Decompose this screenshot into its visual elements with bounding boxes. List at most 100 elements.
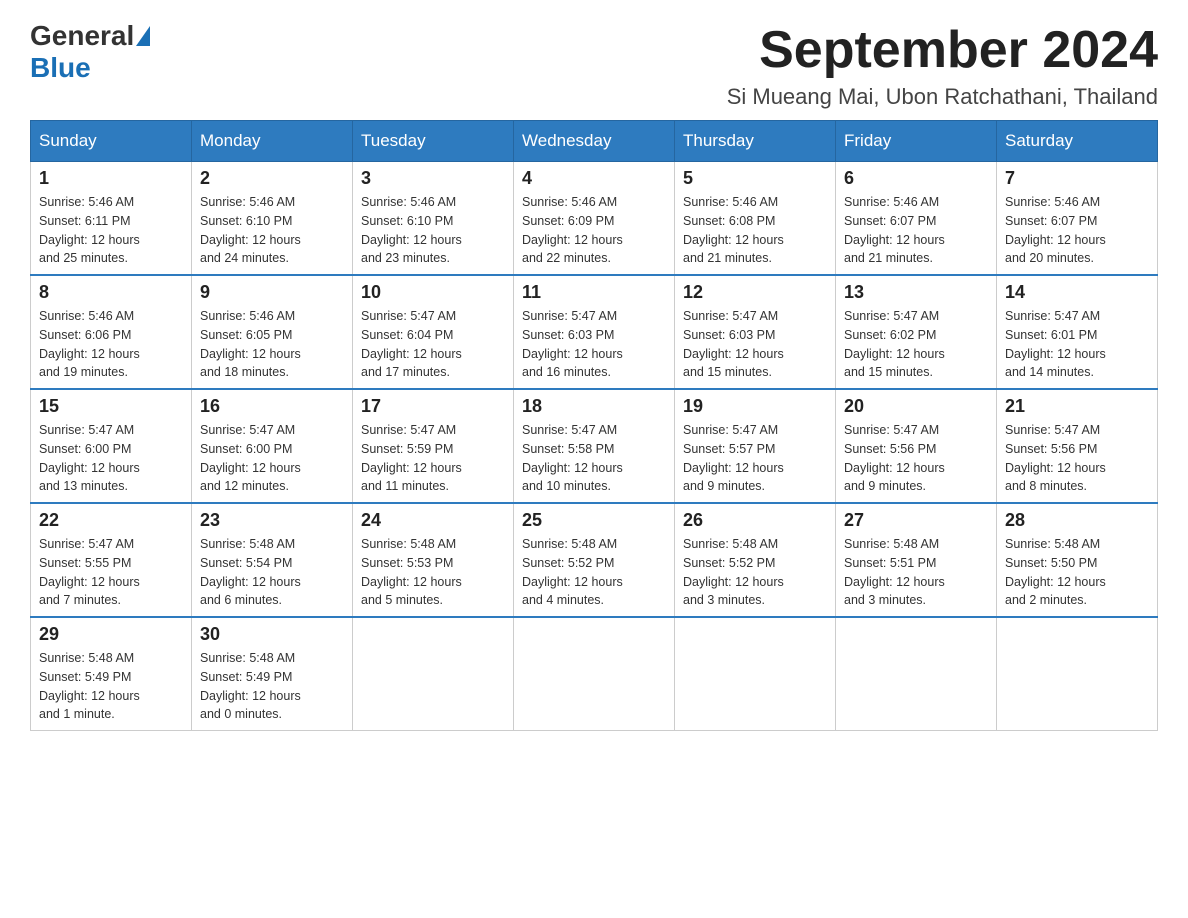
logo: General Blue <box>30 20 150 84</box>
calendar-cell: 25 Sunrise: 5:48 AMSunset: 5:52 PMDayligh… <box>514 503 675 617</box>
day-number: 6 <box>844 168 988 189</box>
day-number: 22 <box>39 510 183 531</box>
calendar-cell: 10 Sunrise: 5:47 AMSunset: 6:04 PMDayligh… <box>353 275 514 389</box>
calendar-cell: 22 Sunrise: 5:47 AMSunset: 5:55 PMDayligh… <box>31 503 192 617</box>
day-number: 9 <box>200 282 344 303</box>
day-info: Sunrise: 5:48 AMSunset: 5:52 PMDaylight:… <box>683 535 827 610</box>
day-info: Sunrise: 5:46 AMSunset: 6:07 PMDaylight:… <box>1005 193 1149 268</box>
day-number: 2 <box>200 168 344 189</box>
title-area: September 2024 Si Mueang Mai, Ubon Ratch… <box>727 20 1158 110</box>
calendar-cell: 17 Sunrise: 5:47 AMSunset: 5:59 PMDayligh… <box>353 389 514 503</box>
day-number: 20 <box>844 396 988 417</box>
day-info: Sunrise: 5:47 AMSunset: 6:04 PMDaylight:… <box>361 307 505 382</box>
week-row-1: 1Sunrise: 5:46 AMSunset: 6:11 PMDaylight… <box>31 162 1158 276</box>
day-info: Sunrise: 5:47 AMSunset: 5:59 PMDaylight:… <box>361 421 505 496</box>
week-row-3: 15 Sunrise: 5:47 AMSunset: 6:00 PMDayligh… <box>31 389 1158 503</box>
day-info: Sunrise: 5:47 AMSunset: 6:01 PMDaylight:… <box>1005 307 1149 382</box>
calendar-cell: 3 Sunrise: 5:46 AMSunset: 6:10 PMDaylight… <box>353 162 514 276</box>
day-info: Sunrise: 5:47 AMSunset: 6:00 PMDaylight:… <box>39 421 183 496</box>
calendar-table: SundayMondayTuesdayWednesdayThursdayFrid… <box>30 120 1158 731</box>
day-info: Sunrise: 5:46 AMSunset: 6:06 PMDaylight:… <box>39 307 183 382</box>
calendar-cell: 2 Sunrise: 5:46 AMSunset: 6:10 PMDaylight… <box>192 162 353 276</box>
day-header-thursday: Thursday <box>675 121 836 162</box>
calendar-cell <box>997 617 1158 731</box>
day-header-saturday: Saturday <box>997 121 1158 162</box>
logo-general-text: General <box>30 20 134 52</box>
week-row-4: 22 Sunrise: 5:47 AMSunset: 5:55 PMDayligh… <box>31 503 1158 617</box>
calendar-cell: 5 Sunrise: 5:46 AMSunset: 6:08 PMDaylight… <box>675 162 836 276</box>
day-header-tuesday: Tuesday <box>353 121 514 162</box>
calendar-cell: 4 Sunrise: 5:46 AMSunset: 6:09 PMDaylight… <box>514 162 675 276</box>
calendar-cell: 12 Sunrise: 5:47 AMSunset: 6:03 PMDayligh… <box>675 275 836 389</box>
day-header-sunday: Sunday <box>31 121 192 162</box>
calendar-cell: 9Sunrise: 5:46 AMSunset: 6:05 PMDaylight… <box>192 275 353 389</box>
day-number: 19 <box>683 396 827 417</box>
calendar-cell: 15 Sunrise: 5:47 AMSunset: 6:00 PMDayligh… <box>31 389 192 503</box>
calendar-cell <box>514 617 675 731</box>
header: General Blue September 2024 Si Mueang Ma… <box>30 20 1158 110</box>
day-number: 12 <box>683 282 827 303</box>
day-number: 24 <box>361 510 505 531</box>
day-number: 21 <box>1005 396 1149 417</box>
day-info: Sunrise: 5:48 AMSunset: 5:54 PMDaylight:… <box>200 535 344 610</box>
calendar-cell: 19 Sunrise: 5:47 AMSunset: 5:57 PMDayligh… <box>675 389 836 503</box>
day-info: Sunrise: 5:48 AMSunset: 5:49 PMDaylight:… <box>39 649 183 724</box>
month-title: September 2024 <box>727 20 1158 80</box>
day-info: Sunrise: 5:46 AMSunset: 6:10 PMDaylight:… <box>361 193 505 268</box>
day-number: 5 <box>683 168 827 189</box>
week-row-5: 29 Sunrise: 5:48 AMSunset: 5:49 PMDayligh… <box>31 617 1158 731</box>
calendar-cell: 26 Sunrise: 5:48 AMSunset: 5:52 PMDayligh… <box>675 503 836 617</box>
day-number: 15 <box>39 396 183 417</box>
day-info: Sunrise: 5:48 AMSunset: 5:53 PMDaylight:… <box>361 535 505 610</box>
calendar-cell: 29 Sunrise: 5:48 AMSunset: 5:49 PMDayligh… <box>31 617 192 731</box>
day-number: 11 <box>522 282 666 303</box>
day-number: 29 <box>39 624 183 645</box>
day-number: 8 <box>39 282 183 303</box>
calendar-cell: 14 Sunrise: 5:47 AMSunset: 6:01 PMDayligh… <box>997 275 1158 389</box>
day-number: 7 <box>1005 168 1149 189</box>
day-info: Sunrise: 5:47 AMSunset: 5:57 PMDaylight:… <box>683 421 827 496</box>
day-number: 10 <box>361 282 505 303</box>
calendar-cell: 20Sunrise: 5:47 AMSunset: 5:56 PMDayligh… <box>836 389 997 503</box>
calendar-cell: 7 Sunrise: 5:46 AMSunset: 6:07 PMDaylight… <box>997 162 1158 276</box>
calendar-cell: 28 Sunrise: 5:48 AMSunset: 5:50 PMDayligh… <box>997 503 1158 617</box>
calendar-cell: 16 Sunrise: 5:47 AMSunset: 6:00 PMDayligh… <box>192 389 353 503</box>
day-info: Sunrise: 5:47 AMSunset: 5:55 PMDaylight:… <box>39 535 183 610</box>
day-number: 26 <box>683 510 827 531</box>
day-info: Sunrise: 5:47 AMSunset: 5:58 PMDaylight:… <box>522 421 666 496</box>
day-info: Sunrise: 5:47 AMSunset: 6:02 PMDaylight:… <box>844 307 988 382</box>
day-number: 28 <box>1005 510 1149 531</box>
day-info: Sunrise: 5:46 AMSunset: 6:10 PMDaylight:… <box>200 193 344 268</box>
day-info: Sunrise: 5:46 AMSunset: 6:09 PMDaylight:… <box>522 193 666 268</box>
calendar-cell: 30 Sunrise: 5:48 AMSunset: 5:49 PMDayligh… <box>192 617 353 731</box>
day-number: 3 <box>361 168 505 189</box>
calendar-cell: 21Sunrise: 5:47 AMSunset: 5:56 PMDayligh… <box>997 389 1158 503</box>
day-number: 14 <box>1005 282 1149 303</box>
day-info: Sunrise: 5:47 AMSunset: 6:03 PMDaylight:… <box>683 307 827 382</box>
week-row-2: 8 Sunrise: 5:46 AMSunset: 6:06 PMDaylight… <box>31 275 1158 389</box>
day-info: Sunrise: 5:48 AMSunset: 5:51 PMDaylight:… <box>844 535 988 610</box>
day-header-wednesday: Wednesday <box>514 121 675 162</box>
calendar-cell: 27Sunrise: 5:48 AMSunset: 5:51 PMDayligh… <box>836 503 997 617</box>
day-number: 17 <box>361 396 505 417</box>
day-info: Sunrise: 5:47 AMSunset: 6:03 PMDaylight:… <box>522 307 666 382</box>
day-number: 30 <box>200 624 344 645</box>
calendar-cell: 24 Sunrise: 5:48 AMSunset: 5:53 PMDayligh… <box>353 503 514 617</box>
day-info: Sunrise: 5:46 AMSunset: 6:07 PMDaylight:… <box>844 193 988 268</box>
day-info: Sunrise: 5:46 AMSunset: 6:08 PMDaylight:… <box>683 193 827 268</box>
day-header-friday: Friday <box>836 121 997 162</box>
logo-blue-text: Blue <box>30 52 91 84</box>
day-info: Sunrise: 5:48 AMSunset: 5:52 PMDaylight:… <box>522 535 666 610</box>
calendar-cell <box>353 617 514 731</box>
day-number: 16 <box>200 396 344 417</box>
day-number: 25 <box>522 510 666 531</box>
calendar-cell: 6 Sunrise: 5:46 AMSunset: 6:07 PMDaylight… <box>836 162 997 276</box>
day-info: Sunrise: 5:47 AMSunset: 6:00 PMDaylight:… <box>200 421 344 496</box>
day-number: 4 <box>522 168 666 189</box>
days-header-row: SundayMondayTuesdayWednesdayThursdayFrid… <box>31 121 1158 162</box>
calendar-cell: 1Sunrise: 5:46 AMSunset: 6:11 PMDaylight… <box>31 162 192 276</box>
day-info: Sunrise: 5:48 AMSunset: 5:50 PMDaylight:… <box>1005 535 1149 610</box>
day-info: Sunrise: 5:48 AMSunset: 5:49 PMDaylight:… <box>200 649 344 724</box>
day-number: 23 <box>200 510 344 531</box>
calendar-cell: 23 Sunrise: 5:48 AMSunset: 5:54 PMDayligh… <box>192 503 353 617</box>
